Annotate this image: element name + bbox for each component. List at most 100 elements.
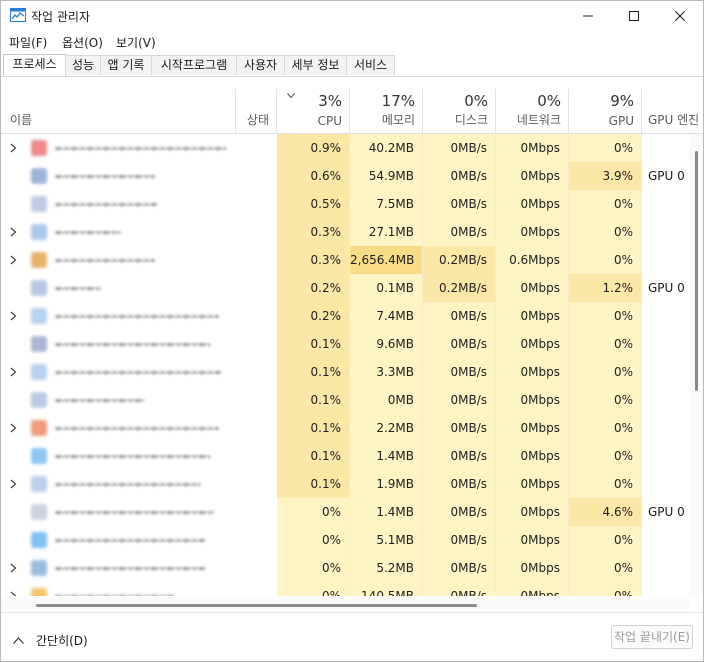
cell-net: 0Mbps	[496, 190, 569, 218]
cell-cpu: 0%	[277, 498, 350, 526]
header-name[interactable]: 이름	[1, 89, 236, 133]
process-icon	[31, 224, 47, 240]
cell-mem: 2.2MB	[350, 414, 423, 442]
process-row[interactable]: 0.3% 27.1MB 0MB/s 0Mbps 0%	[1, 218, 689, 246]
process-icon	[31, 252, 47, 268]
chevron-right-icon[interactable]	[10, 591, 17, 596]
tab-startup[interactable]: 시작프로그램	[151, 55, 237, 75]
process-row[interactable]: 0.2% 7.4MB 0MB/s 0Mbps 0%	[1, 302, 689, 330]
cell-gpu: 0%	[569, 414, 642, 442]
process-row[interactable]: 0.1% 1.9MB 0MB/s 0Mbps 0%	[1, 470, 689, 498]
header-gpu-engine[interactable]: GPU 엔진	[642, 89, 703, 133]
process-name-redacted	[55, 483, 201, 486]
header-network[interactable]: 0% 네트워크	[496, 89, 569, 133]
cell-net: 0Mbps	[496, 330, 569, 358]
process-name-redacted	[55, 203, 157, 206]
cell-disk: 0MB/s	[423, 330, 496, 358]
fewer-details-button[interactable]: 간단히(D)	[13, 632, 88, 649]
cell-net: 0Mbps	[496, 302, 569, 330]
header-gpu[interactable]: 9% GPU	[569, 89, 642, 133]
process-row[interactable]: 0.3% 2,656.4MB 0.2MB/s 0.6Mbps 0%	[1, 246, 689, 274]
cell-mem: 0MB	[350, 386, 423, 414]
process-row[interactable]: 0.5% 7.5MB 0MB/s 0Mbps 0%	[1, 190, 689, 218]
maximize-button[interactable]	[611, 1, 657, 31]
process-row[interactable]: 0.9% 40.2MB 0MB/s 0Mbps 0%	[1, 134, 689, 162]
tab-services[interactable]: 서비스	[346, 55, 395, 75]
process-row[interactable]: 0% 5.1MB 0MB/s 0Mbps 0%	[1, 526, 689, 554]
cell-mem: 5.1MB	[350, 526, 423, 554]
process-name-redacted	[55, 343, 211, 346]
cell-gpu: 1.2%	[569, 274, 642, 302]
cell-net: 0Mbps	[496, 358, 569, 386]
process-row[interactable]: 0.2% 0.1MB 0.2MB/s 0Mbps 1.2% GPU 0	[1, 274, 689, 302]
close-button[interactable]	[657, 1, 703, 31]
process-row[interactable]: 0.1% 0MB 0MB/s 0Mbps 0%	[1, 386, 689, 414]
process-row[interactable]: 0.1% 2.2MB 0MB/s 0Mbps 0%	[1, 414, 689, 442]
chevron-right-icon[interactable]	[10, 255, 17, 265]
end-task-button[interactable]: 작업 끝내기(E)	[611, 625, 693, 649]
tab-app-history[interactable]: 앱 기록	[100, 55, 152, 75]
chevron-right-icon[interactable]	[10, 143, 17, 153]
tab-processes[interactable]: 프로세스	[3, 54, 66, 76]
process-name-redacted	[55, 259, 155, 262]
tab-details[interactable]: 세부 정보	[284, 55, 347, 75]
cell-gpu-engine: GPU 0	[648, 169, 685, 183]
cell-gpu: 0%	[569, 582, 642, 596]
process-icon	[31, 280, 47, 296]
process-row[interactable]: 0.1% 1.4MB 0MB/s 0Mbps 0%	[1, 442, 689, 470]
cell-gpu: 0%	[569, 526, 642, 554]
chevron-right-icon[interactable]	[10, 479, 17, 489]
process-name-redacted	[55, 539, 205, 542]
cell-disk: 0MB/s	[423, 162, 496, 190]
cell-cpu: 0.1%	[277, 358, 350, 386]
menu-options[interactable]: 옵션(O)	[62, 34, 103, 51]
cell-mem: 2,656.4MB	[350, 246, 423, 274]
process-row[interactable]: 0% 140.5MB 0MB/s 0Mbps 0%	[1, 582, 689, 596]
minimize-button[interactable]	[565, 1, 611, 31]
cell-disk: 0MB/s	[423, 358, 496, 386]
process-row[interactable]: 0.1% 3.3MB 0MB/s 0Mbps 0%	[1, 358, 689, 386]
cell-gpu: 0%	[569, 218, 642, 246]
cell-disk: 0MB/s	[423, 386, 496, 414]
cell-net: 0Mbps	[496, 386, 569, 414]
chevron-right-icon[interactable]	[10, 311, 17, 321]
cell-net: 0Mbps	[496, 470, 569, 498]
header-status[interactable]: 상태	[236, 89, 277, 133]
process-icon	[31, 392, 47, 408]
process-row[interactable]: 0% 1.4MB 0MB/s 0Mbps 4.6% GPU 0	[1, 498, 689, 526]
process-icon	[31, 364, 47, 380]
process-icon	[31, 448, 47, 464]
process-name-redacted	[55, 231, 121, 234]
header-cpu[interactable]: 3% CPU	[277, 89, 350, 133]
horizontal-scroll-thumb[interactable]	[36, 604, 477, 607]
chevron-right-icon[interactable]	[10, 367, 17, 377]
cell-mem: 140.5MB	[350, 582, 423, 596]
cell-cpu: 0.1%	[277, 470, 350, 498]
vertical-scrollbar[interactable]	[689, 134, 703, 596]
menu-view[interactable]: 보기(V)	[116, 34, 156, 51]
process-icon	[31, 140, 47, 156]
chevron-right-icon[interactable]	[10, 563, 17, 573]
window-title: 작업 관리자	[31, 10, 91, 24]
horizontal-scrollbar[interactable]	[1, 597, 689, 609]
tab-performance[interactable]: 성능	[65, 55, 101, 75]
process-icon	[31, 336, 47, 352]
header-memory[interactable]: 17% 메모리	[350, 89, 423, 133]
cell-cpu: 0%	[277, 526, 350, 554]
process-row[interactable]: 0% 5.2MB 0MB/s 0Mbps 0%	[1, 554, 689, 582]
cell-disk: 0MB/s	[423, 414, 496, 442]
cell-gpu: 0%	[569, 386, 642, 414]
cell-net: 0Mbps	[496, 162, 569, 190]
cell-net: 0Mbps	[496, 218, 569, 246]
chevron-right-icon[interactable]	[10, 227, 17, 237]
process-row[interactable]: 0.6% 54.9MB 0MB/s 0Mbps 3.9% GPU 0	[1, 162, 689, 190]
cell-cpu: 0.6%	[277, 162, 350, 190]
chevron-right-icon[interactable]	[10, 423, 17, 433]
cell-cpu: 0.3%	[277, 218, 350, 246]
cell-gpu-engine: GPU 0	[648, 505, 685, 519]
tab-users[interactable]: 사용자	[236, 55, 285, 75]
menu-file[interactable]: 파일(F)	[9, 34, 47, 51]
process-row[interactable]: 0.1% 9.6MB 0MB/s 0Mbps 0%	[1, 330, 689, 358]
vertical-scroll-thumb[interactable]	[695, 151, 698, 391]
header-disk[interactable]: 0% 디스크	[423, 89, 496, 133]
